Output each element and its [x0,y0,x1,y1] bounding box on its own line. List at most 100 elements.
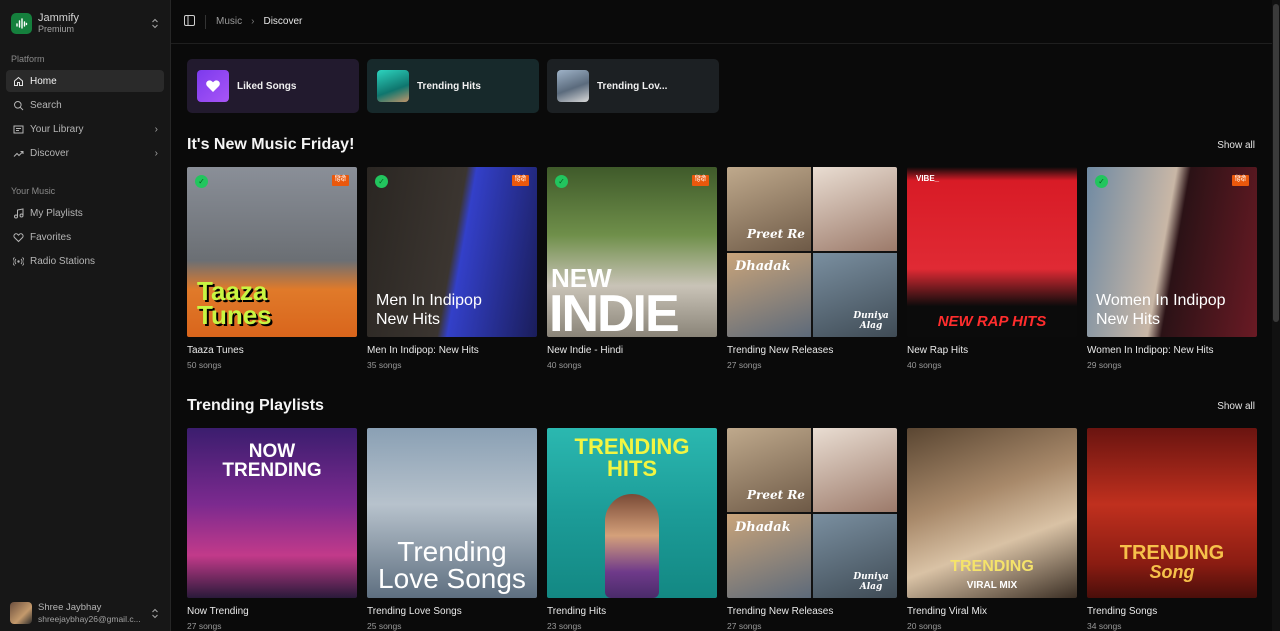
playlist-song-count: 27 songs [187,621,222,631]
your-music-group-label: Your Music [11,186,56,196]
sidebar: Jammify Premium Platform Home Search You… [0,0,171,631]
sidebar-item-favorites[interactable]: Favorites [6,226,164,248]
divider [205,14,206,29]
playlist-row: NOW TRENDING Now Trending 27 songs Trend… [187,428,1280,631]
cover-title-top: TRENDING [950,558,1034,575]
playlist-song-count: 20 songs [907,621,942,631]
playlist-song-count: 40 songs [547,360,582,370]
playlist-title: New Rap Hits [907,345,969,356]
playlist-cover: TRENDING Song [1087,428,1257,598]
playlist-title: Women In Indipop: New Hits [1087,345,1214,356]
sidebar-item-my-playlists[interactable]: My Playlists [6,202,164,224]
chevrons-updown-icon [150,18,160,29]
library-icon [12,123,24,135]
chevron-right-icon: › [154,123,158,135]
playlist-card[interactable]: Trending Love Songs Trending Love Songs … [367,428,537,631]
scrollbar[interactable] [1272,0,1280,631]
playlist-card[interactable]: VIBE_ NEW RAP HITS New Rap Hits 40 songs [907,167,1077,370]
playlist-song-count: 29 songs [1087,360,1122,370]
playlist-song-count: 27 songs [727,360,762,370]
playlist-card[interactable]: ✓ हिंदी NEW INDIE New Indie - Hindi 40 s… [547,167,717,370]
sidebar-item-radio-stations[interactable]: Radio Stations [6,250,164,272]
user-name: Shree Jaybhay [38,601,102,613]
playlist-card[interactable]: ✓ हिंदी Taaza Tunes Taaza Tunes 50 songs [187,167,357,370]
scrollbar-thumb[interactable] [1273,4,1279,322]
sidebar-toggle-icon[interactable] [184,14,195,29]
tile-title: Preet Re [747,488,805,502]
playlist-cover: NOW TRENDING [187,428,357,598]
breadcrumb-music[interactable]: Music [216,16,242,27]
section-title: Trending Playlists [187,397,324,414]
playlist-card[interactable]: TRENDING VIRAL MIX Trending Viral Mix 20… [907,428,1077,631]
jio-saavn-icon: ✓ [195,175,208,188]
quick-card-trending-love[interactable]: Trending Lov... [547,59,719,113]
search-icon [12,99,24,111]
playlist-title: Trending New Releases [727,345,834,356]
playlist-cover: ✓ हिंदी Men In Indipop New Hits [367,167,537,337]
playlist-cover: ✓ हिंदी Taaza Tunes [187,167,357,337]
playlist-cover: ✓ हिंदी NEW INDIE [547,167,717,337]
hindi-badge: हिंदी [511,175,529,186]
breadcrumb-discover: Discover [263,16,303,27]
jio-saavn-icon: ✓ [1095,175,1108,188]
heart-icon [12,231,24,243]
sidebar-item-search[interactable]: Search [6,94,164,116]
playlist-song-count: 35 songs [367,360,402,370]
cover-title: TRENDING HITS [574,434,690,481]
hindi-badge: हिंदी [331,175,349,186]
hindi-badge: हिंदी [1231,175,1249,186]
sidebar-item-your-library[interactable]: Your Library › [6,118,164,140]
playlist-card[interactable]: Preet Re Dhadak Duniya Alag Trending New… [727,428,897,631]
cover-title: NEW RAP HITS [937,313,1047,330]
playlist-title: Taaza Tunes [187,345,244,356]
vibe-label: VIBE_ [916,174,940,183]
playlist-title: Trending Viral Mix [907,606,988,617]
quick-card-liked-songs[interactable]: Liked Songs [187,59,359,113]
tile-title: Dhadak [735,259,791,274]
playlist-cover: TRENDING VIRAL MIX [907,428,1077,598]
brand-name: Jammify [38,11,79,24]
user-email: shreejaybhay26@gmail.c... [38,613,141,624]
playlist-row: ✓ हिंदी Taaza Tunes Taaza Tunes 50 songs… [187,167,1280,370]
sidebar-item-home[interactable]: Home [6,70,164,92]
trending-icon [12,147,24,159]
playlist-song-count: 34 songs [1087,621,1122,631]
playlist-cover: Preet Re Dhadak Duniya Alag [727,428,897,598]
music-logo-icon [11,12,32,34]
show-all-link[interactable]: Show all [1217,140,1255,151]
playlist-card[interactable]: ✓ हिंदी Men In Indipop New Hits Men In I… [367,167,537,370]
tile-title: Duniya Alag [853,572,889,592]
playlist-thumbnail [377,70,409,102]
show-all-link[interactable]: Show all [1217,401,1255,412]
heart-icon [197,70,229,102]
brand-switcher[interactable]: Jammify Premium [0,0,170,44]
playlist-title: Now Trending [187,606,249,617]
platform-group-label: Platform [11,54,45,64]
playlist-card[interactable]: ✓ हिंदी Women In Indipop New Hits Women … [1087,167,1257,370]
playlist-card[interactable]: TRENDING Song Trending Songs 34 songs [1087,428,1257,631]
sidebar-item-label: My Playlists [30,207,83,219]
quick-card-trending-hits[interactable]: Trending Hits [367,59,539,113]
radio-icon [12,255,24,267]
sidebar-item-discover[interactable]: Discover › [6,142,164,164]
playlist-cover: VIBE_ NEW RAP HITS [907,167,1077,337]
user-menu[interactable]: Shree Jaybhay shreejaybhay26@gmail.c... [0,595,170,631]
playlist-song-count: 25 songs [367,621,402,631]
brand-plan: Premium [38,23,75,34]
playlist-card[interactable]: NOW TRENDING Now Trending 27 songs [187,428,357,631]
playlist-title: Men In Indipop: New Hits [367,345,479,356]
playlist-card[interactable]: Preet Re Dhadak Duniya Alag Trending New… [727,167,897,370]
playlist-song-count: 40 songs [907,360,942,370]
topbar: Music › Discover [171,0,1280,44]
cover-title: Taaza Tunes [197,276,272,330]
playlist-card[interactable]: TRENDING HITS Trending Hits 23 songs [547,428,717,631]
tile-title: Preet Re [747,227,805,241]
quick-card-label: Trending Lov... [597,80,668,92]
chevron-right-icon: › [251,16,255,27]
playlist-title: New Indie - Hindi [547,345,624,356]
chevrons-updown-icon [150,608,160,619]
tile-title: Duniya Alag [853,311,889,331]
playlist-song-count: 50 songs [187,360,222,370]
quick-card-label: Trending Hits [417,80,481,92]
playlist-cover: Trending Love Songs [367,428,537,598]
